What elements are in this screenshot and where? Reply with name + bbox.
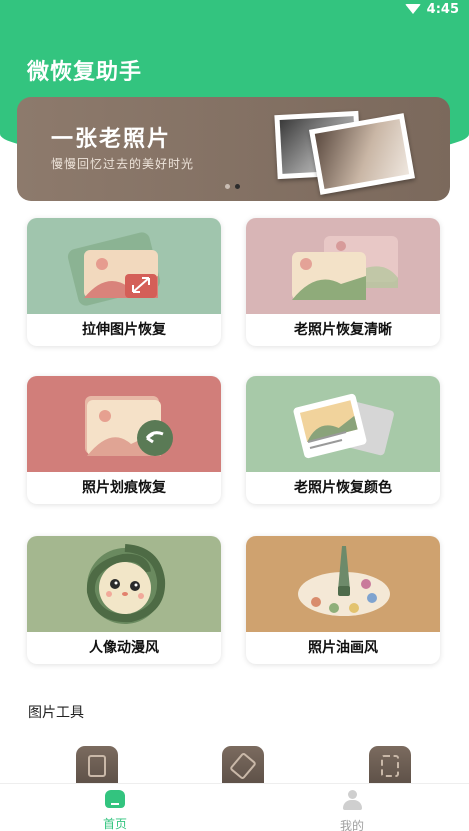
wifi-icon bbox=[404, 4, 421, 14]
banner-subtitle: 慢慢回忆过去的美好时光 bbox=[51, 157, 195, 171]
banner-dot[interactable] bbox=[225, 184, 230, 189]
banner[interactable]: 一张老照片 慢慢回忆过去的美好时光 bbox=[17, 97, 450, 201]
colorize-photo-icon bbox=[246, 376, 440, 472]
status-time: 4:45 bbox=[426, 1, 459, 17]
banner-pagination bbox=[225, 184, 240, 189]
old-photo-clarity-icon bbox=[246, 218, 440, 314]
banner-dot-active[interactable] bbox=[235, 184, 240, 189]
feature-card-stretch[interactable]: 拉伸图片恢复 bbox=[27, 218, 221, 346]
feature-label: 照片划痕恢复 bbox=[82, 480, 166, 496]
eraser-tool-icon bbox=[229, 751, 257, 781]
oil-painting-icon bbox=[246, 536, 440, 632]
status-bar: 4:45 bbox=[404, 0, 459, 18]
convert-tool-icon bbox=[381, 755, 399, 777]
tab-mine[interactable]: 我的 bbox=[312, 790, 392, 831]
feature-label: 老照片恢复颜色 bbox=[294, 480, 392, 496]
notebook-tool-button[interactable] bbox=[76, 746, 118, 784]
tab-mine-label: 我的 bbox=[339, 819, 364, 831]
feature-label: 拉伸图片恢复 bbox=[82, 322, 166, 338]
home-icon bbox=[105, 790, 125, 808]
app-title: 微恢复助手 bbox=[27, 60, 143, 85]
banner-title: 一张老照片 bbox=[51, 127, 172, 152]
eraser-tool-button[interactable] bbox=[222, 746, 264, 784]
tools-section-title: 图片工具 bbox=[28, 705, 84, 721]
feature-card-anime-portrait[interactable]: 人像动漫风 bbox=[27, 536, 221, 664]
feature-label: 人像动漫风 bbox=[89, 640, 159, 656]
feature-label: 老照片恢复清晰 bbox=[294, 322, 392, 338]
bottom-tab-bar: 首页 我的 bbox=[0, 783, 469, 831]
scratch-repair-icon bbox=[27, 376, 221, 472]
feature-card-oil-painting[interactable]: 照片油画风 bbox=[246, 536, 440, 664]
feature-card-old-photo-clarity[interactable]: 老照片恢复清晰 bbox=[246, 218, 440, 346]
feature-card-scratch-repair[interactable]: 照片划痕恢复 bbox=[27, 376, 221, 504]
feature-label: 照片油画风 bbox=[308, 640, 378, 656]
stretch-image-icon bbox=[27, 218, 221, 314]
notebook-tool-icon bbox=[88, 755, 106, 777]
feature-card-colorize[interactable]: 老照片恢复颜色 bbox=[246, 376, 440, 504]
user-icon bbox=[342, 790, 362, 810]
convert-tool-button[interactable] bbox=[369, 746, 411, 784]
anime-portrait-icon bbox=[27, 536, 221, 632]
tab-home-label: 首页 bbox=[102, 817, 127, 831]
tab-home[interactable]: 首页 bbox=[75, 790, 155, 831]
